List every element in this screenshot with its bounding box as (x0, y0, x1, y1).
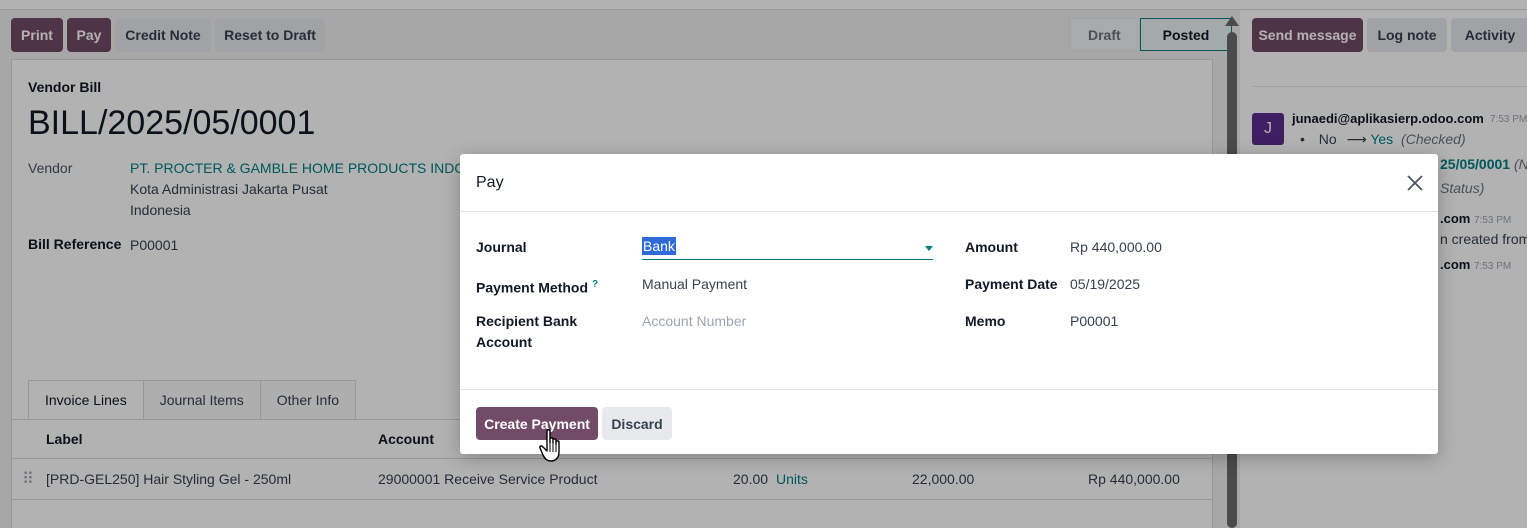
caret-down-icon[interactable] (925, 246, 933, 251)
recipient-bank-label: Recipient Bank Account (476, 313, 578, 350)
payment-method-value[interactable]: Manual Payment (642, 276, 747, 292)
dialog-header: Pay (460, 154, 1438, 212)
dialog-title: Pay (476, 174, 504, 191)
payment-date-label: Payment Date (965, 276, 1058, 292)
journal-value[interactable]: Bank (642, 237, 676, 255)
create-payment-button[interactable]: Create Payment (476, 407, 598, 440)
close-icon[interactable] (1404, 172, 1426, 194)
recipient-bank-account-field[interactable]: Account Number (642, 313, 746, 329)
amount-label: Amount (965, 239, 1018, 255)
journal-label: Journal (476, 239, 527, 255)
pay-dialog: Pay Journal Bank Payment Method? Manual … (460, 154, 1438, 454)
help-icon[interactable]: ? (592, 279, 598, 290)
hand-pointer-icon (538, 428, 568, 464)
payment-date-field[interactable]: 05/19/2025 (1070, 276, 1140, 292)
discard-button[interactable]: Discard (602, 407, 672, 440)
journal-select[interactable]: Bank (642, 237, 933, 260)
dialog-footer: Create Payment Discard (460, 389, 1438, 454)
memo-label: Memo (965, 313, 1006, 329)
amount-field[interactable]: Rp 440,000.00 (1070, 239, 1162, 255)
payment-method-label: Payment Method? (476, 279, 599, 296)
memo-field[interactable]: P00001 (1070, 313, 1118, 329)
